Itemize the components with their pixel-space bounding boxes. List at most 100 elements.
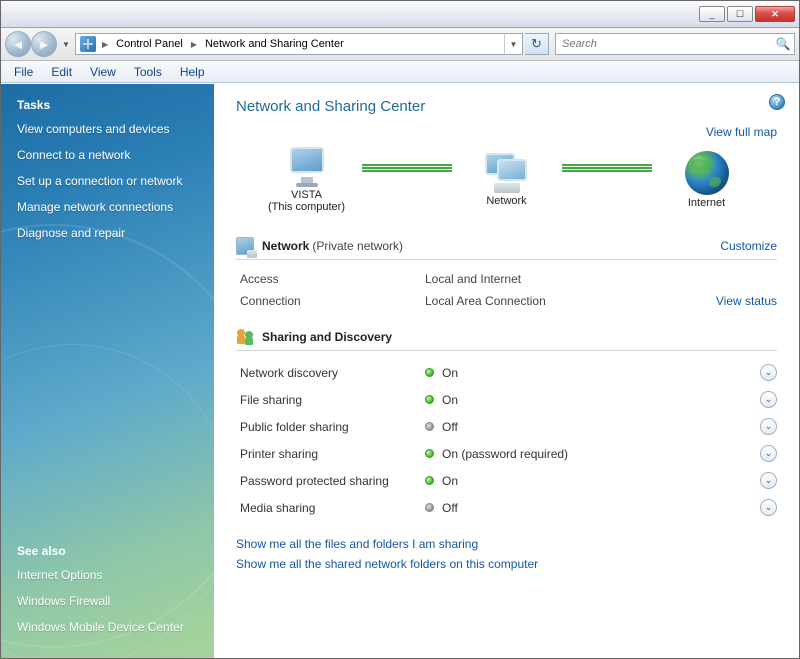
map-node-network[interactable]: Network (452, 153, 562, 207)
back-button[interactable]: ◄ (5, 31, 31, 57)
network-section-title: Network (262, 239, 309, 253)
sidebar-task-diagnose[interactable]: Diagnose and repair (17, 226, 202, 240)
window: _ ☐ ✕ ◄ ► ▼ ▶ Control Panel ▶ Network an… (0, 0, 800, 659)
row-value: Local Area Connection (425, 294, 716, 308)
expand-button[interactable]: ⌄ (760, 391, 777, 408)
sharing-value: On (442, 474, 760, 488)
search-icon[interactable]: 🔍 (772, 37, 794, 51)
navbar: ◄ ► ▼ ▶ Control Panel ▶ Network and Shar… (1, 28, 799, 61)
sidebar-tasks-head: Tasks (17, 98, 202, 112)
show-shared-files-link[interactable]: Show me all the files and folders I am s… (236, 537, 777, 551)
expand-button[interactable]: ⌄ (760, 445, 777, 462)
sidebar-see-also-head: See also (17, 544, 202, 558)
crumb-root-chevron[interactable]: ▶ (100, 40, 110, 49)
sharing-section-title: Sharing and Discovery (262, 330, 392, 344)
expand-button[interactable]: ⌄ (760, 472, 777, 489)
network-icon (485, 153, 529, 193)
sharing-label: Password protected sharing (240, 474, 425, 488)
map-connection-icon (562, 167, 652, 169)
status-led-icon (425, 476, 434, 485)
sharing-label: Network discovery (240, 366, 425, 380)
sharing-row: Network discovery On⌄ (236, 359, 777, 386)
forward-button[interactable]: ► (31, 31, 57, 57)
status-led-icon (425, 395, 434, 404)
page-title: Network and Sharing Center (236, 98, 777, 115)
row-label: Access (240, 272, 425, 286)
expand-button[interactable]: ⌄ (760, 364, 777, 381)
sidebar-see-mobile-device[interactable]: Windows Mobile Device Center (17, 620, 202, 634)
crumb-chevron-icon[interactable]: ▶ (189, 40, 199, 49)
sharing-value: Off (442, 420, 760, 434)
footer-links: Show me all the files and folders I am s… (236, 537, 777, 571)
people-icon (236, 328, 254, 346)
sharing-value: Off (442, 501, 760, 515)
status-led-icon (425, 368, 434, 377)
expand-button[interactable]: ⌄ (760, 499, 777, 516)
computer-icon (285, 147, 329, 187)
menu-file[interactable]: File (5, 63, 42, 81)
map-label-internet: Internet (688, 197, 725, 209)
menu-help[interactable]: Help (171, 63, 214, 81)
search-box[interactable]: 🔍 (555, 33, 795, 55)
sidebar-task-connect-network[interactable]: Connect to a network (17, 148, 202, 162)
sidebar-task-manage-connections[interactable]: Manage network connections (17, 200, 202, 214)
network-row-access: Access Local and Internet (236, 268, 777, 290)
sharing-row: File sharing On⌄ (236, 386, 777, 413)
network-section-header: Network (Private network) Customize (236, 237, 777, 260)
nav-history-dropdown[interactable]: ▼ (59, 35, 73, 53)
address-bar[interactable]: ▶ Control Panel ▶ Network and Sharing Ce… (75, 33, 523, 55)
sharing-value: On (442, 393, 760, 407)
sharing-label: Public folder sharing (240, 420, 425, 434)
sidebar-see-firewall[interactable]: Windows Firewall (17, 594, 202, 608)
close-button[interactable]: ✕ (755, 6, 795, 22)
refresh-button[interactable]: ↻ (525, 33, 549, 55)
sharing-row: Public folder sharing Off⌄ (236, 413, 777, 440)
sharing-value: On (password required) (442, 447, 760, 461)
row-value: Local and Internet (425, 272, 777, 286)
body: Tasks View computers and devices Connect… (1, 83, 799, 658)
menu-edit[interactable]: Edit (42, 63, 81, 81)
maximize-button[interactable]: ☐ (727, 6, 753, 22)
menu-tools[interactable]: Tools (125, 63, 171, 81)
titlebar: _ ☐ ✕ (1, 1, 799, 28)
sharing-value: On (442, 366, 760, 380)
sidebar-see-internet-options[interactable]: Internet Options (17, 568, 202, 582)
help-icon[interactable]: ? (769, 94, 785, 110)
network-small-icon (236, 237, 254, 255)
sidebar-task-setup-connection[interactable]: Set up a connection or network (17, 174, 202, 188)
show-shared-folders-link[interactable]: Show me all the shared network folders o… (236, 557, 777, 571)
menu-view[interactable]: View (81, 63, 125, 81)
search-input[interactable] (556, 38, 772, 50)
content: ? Network and Sharing Center View full m… (214, 84, 799, 658)
minimize-button[interactable]: _ (699, 6, 725, 22)
sharing-row: Password protected sharing On⌄ (236, 467, 777, 494)
sharing-label: Printer sharing (240, 447, 425, 461)
sharing-label: File sharing (240, 393, 425, 407)
globe-icon (685, 151, 729, 195)
sharing-row: Media sharingOff⌄ (236, 494, 777, 521)
crumb-control-panel[interactable]: Control Panel (110, 38, 189, 50)
sidebar: Tasks View computers and devices Connect… (1, 84, 214, 658)
sharing-section-header: Sharing and Discovery (236, 328, 777, 351)
network-map: VISTA (This computer) Network Internet (236, 147, 777, 213)
status-led-icon (425, 503, 434, 512)
customize-link[interactable]: Customize (720, 239, 777, 253)
address-dropdown[interactable]: ▼ (504, 34, 522, 54)
map-label-vista: VISTA (291, 189, 322, 201)
network-row-connection: Connection Local Area Connection View st… (236, 290, 777, 312)
menubar: File Edit View Tools Help (1, 61, 799, 83)
crumb-network-sharing[interactable]: Network and Sharing Center (199, 38, 350, 50)
sharing-row: Printer sharing On (password required)⌄ (236, 440, 777, 467)
sidebar-task-view-computers[interactable]: View computers and devices (17, 122, 202, 136)
status-led-icon (425, 422, 434, 431)
status-led-icon (425, 449, 434, 458)
expand-button[interactable]: ⌄ (760, 418, 777, 435)
view-status-link[interactable]: View status (716, 294, 777, 308)
view-full-map-link[interactable]: View full map (236, 125, 777, 139)
map-label-network: Network (486, 195, 526, 207)
nav-buttons: ◄ ► (5, 31, 57, 57)
row-label: Connection (240, 294, 425, 308)
map-node-this-computer[interactable]: VISTA (This computer) (252, 147, 362, 213)
network-section-meta: (Private network) (312, 239, 403, 253)
map-node-internet[interactable]: Internet (652, 151, 762, 209)
